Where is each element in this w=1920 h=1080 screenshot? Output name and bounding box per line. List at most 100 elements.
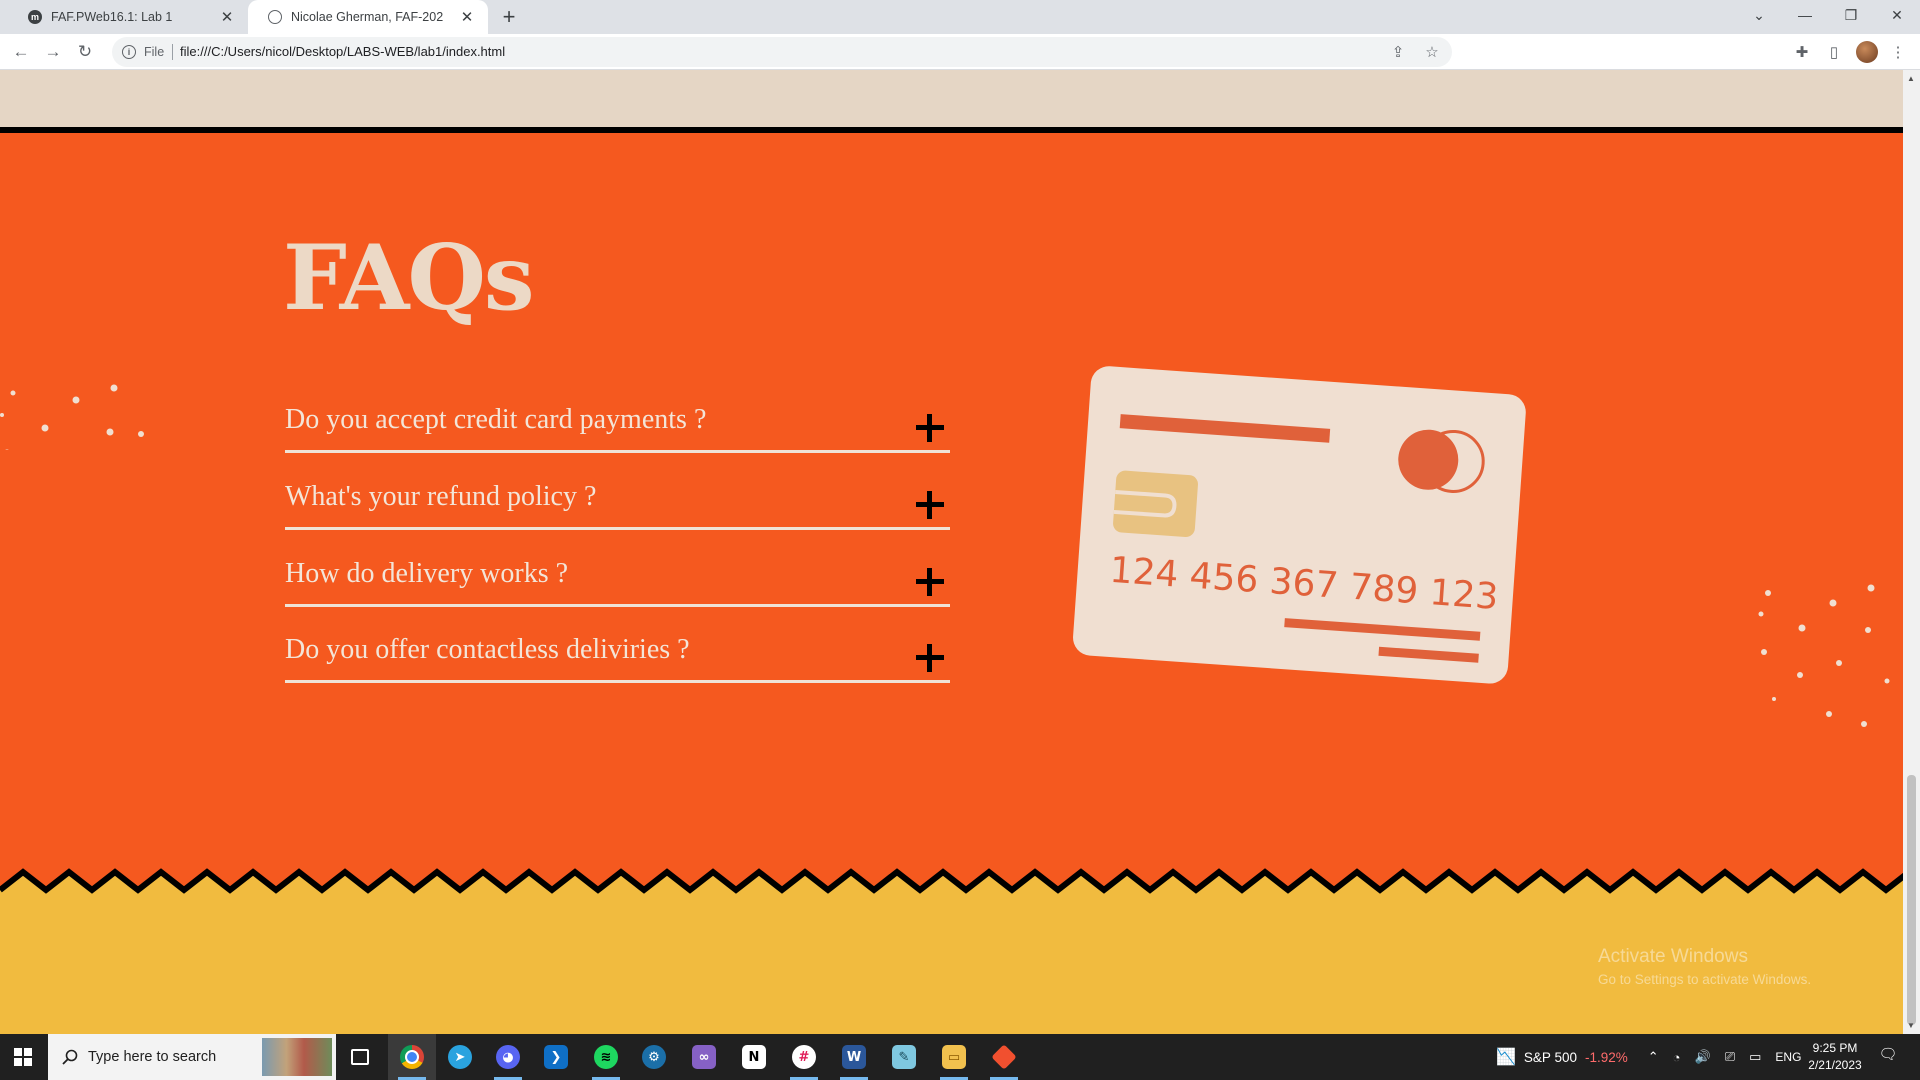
task-view-icon (351, 1049, 369, 1065)
scroll-up-arrow-icon[interactable]: ▲ (1907, 74, 1915, 83)
clock-time: 9:25 PM (1812, 1041, 1858, 1055)
profile-avatar[interactable] (1856, 41, 1878, 63)
taskbar-app-spotify[interactable]: ≋ (582, 1034, 630, 1080)
slack-icon: # (792, 1045, 816, 1069)
forward-arrow-icon[interactable]: → (41, 40, 65, 64)
credit-card-illustration: 124 456 367 789 123 (1073, 366, 1526, 684)
volume-icon[interactable]: 🔊 (1695, 1049, 1711, 1065)
steam-icon: ⚙ (642, 1045, 666, 1069)
tab-faf-lab[interactable]: m FAF.PWeb16.1: Lab 1 ✕ (8, 0, 248, 34)
taskbar-app-word[interactable]: W (830, 1034, 878, 1080)
notifications-icon[interactable]: 🗨 (1876, 1045, 1900, 1069)
decorative-dots-left (0, 384, 144, 450)
close-tab-icon[interactable]: ✕ (458, 8, 476, 26)
clock-date: 2/21/2023 (1808, 1058, 1862, 1072)
search-placeholder: Type here to search (88, 1049, 217, 1065)
network-icon[interactable]: ◔ (1673, 1050, 1681, 1065)
share-icon[interactable]: ⇪ (1386, 40, 1410, 64)
plus-icon[interactable] (916, 491, 944, 519)
reload-icon[interactable]: ↻ (73, 40, 97, 64)
page-viewport: FAQs Do you accept credit card payments … (0, 70, 1903, 1034)
system-tray: 📉 S&P 500 -1.92% ⌃ ◔ 🔊 ⎚ ▭ ENG (1496, 1034, 1801, 1080)
faq-heading: FAQs (283, 225, 535, 331)
plus-icon[interactable] (916, 414, 944, 442)
close-window-button[interactable]: ✕ (1874, 0, 1920, 30)
battery-icon[interactable]: ▭ (1749, 1049, 1761, 1065)
back-arrow-icon[interactable]: ← (9, 40, 33, 64)
scroll-down-arrow-icon[interactable]: ▼ (1907, 1021, 1915, 1030)
plus-icon[interactable] (916, 568, 944, 596)
card-chip (1113, 470, 1198, 537)
taskbar-app-chrome[interactable] (388, 1034, 436, 1080)
faq-question: Do you offer contactless deliviries ? (285, 634, 690, 665)
windows-taskbar: Type here to search ➤ ◕ ❯ ≋ ⚙ ∞ N # W ✎ … (0, 1034, 1920, 1080)
address-bar[interactable]: i File file:///C:/Users/nicol/Desktop/LA… (112, 37, 1452, 67)
task-view-button[interactable] (336, 1034, 384, 1080)
stock-change: -1.92% (1584, 1049, 1628, 1065)
taskbar-app-notion[interactable]: N (730, 1034, 778, 1080)
menu-kebab-icon[interactable]: ⋮ (1886, 40, 1910, 64)
chrome-icon (400, 1045, 424, 1069)
bookmark-star-icon[interactable]: ☆ (1420, 40, 1444, 64)
taskbar-search-box[interactable]: Type here to search (48, 1034, 336, 1080)
notepad-icon: ✎ (892, 1045, 916, 1069)
taskbar-app-slack[interactable]: # (780, 1034, 828, 1080)
tab-title: Nicolae Gherman, FAF-202 (291, 10, 444, 24)
spotify-icon: ≋ (594, 1045, 618, 1069)
notion-icon: N (742, 1045, 766, 1069)
taskbar-app-discord[interactable]: ◕ (484, 1034, 532, 1080)
taskbar-app-telegram[interactable]: ➤ (436, 1034, 484, 1080)
activate-windows-subtitle: Go to Settings to activate Windows. (1598, 972, 1812, 987)
globe-icon (268, 10, 282, 24)
tab-strip: m FAF.PWeb16.1: Lab 1 ✕ Nicolae Gherman,… (0, 0, 1920, 34)
taskbar-app-notepad[interactable]: ✎ (880, 1034, 928, 1080)
side-panel-icon[interactable]: ▯ (1822, 40, 1846, 64)
divider (172, 44, 174, 60)
visual-studio-icon: ∞ (692, 1045, 716, 1069)
clock[interactable]: 9:25 PM 2/21/2023 (1800, 1040, 1870, 1074)
browser-toolbar: ← → ↻ i File file:///C:/Users/nicol/Desk… (0, 34, 1920, 70)
taskbar-app-file-explorer[interactable]: ▭ (930, 1034, 978, 1080)
search-icon (62, 1049, 78, 1065)
tab-search-chevron-icon[interactable]: ⌄ (1736, 0, 1782, 30)
folder-icon: ▭ (942, 1045, 966, 1069)
faq-item[interactable]: Do you accept credit card payments ? (285, 404, 950, 453)
info-icon: i (122, 45, 136, 59)
word-icon: W (842, 1045, 866, 1069)
discord-icon: ◕ (496, 1045, 520, 1069)
minimize-button[interactable]: — (1782, 0, 1828, 30)
site-info-button[interactable]: i File (122, 37, 174, 67)
new-tab-button[interactable]: + (496, 4, 522, 30)
url-text[interactable]: file:///C:/Users/nicol/Desktop/LABS-WEB/… (180, 37, 505, 67)
meet-now-icon[interactable]: ⎚ (1725, 1049, 1735, 1065)
chevron-up-icon[interactable]: ⌃ (1648, 1049, 1659, 1065)
page-scrollbar[interactable]: ▲ ▼ (1903, 70, 1920, 1034)
extensions-puzzle-icon[interactable]: ✚ (1790, 40, 1814, 64)
section-divider (0, 127, 1903, 133)
faq-question: How do delivery works ? (285, 558, 569, 589)
taskbar-app-steam[interactable]: ⚙ (630, 1034, 678, 1080)
language-indicator[interactable]: ENG (1775, 1050, 1801, 1064)
start-button[interactable] (0, 1034, 46, 1080)
plus-icon[interactable] (916, 644, 944, 672)
restore-button[interactable]: ❐ (1828, 0, 1874, 30)
site-info-label: File (144, 45, 165, 59)
close-tab-icon[interactable]: ✕ (218, 8, 236, 26)
taskbar-app-vscode[interactable]: ❯ (532, 1034, 580, 1080)
decorative-dots-right (1758, 584, 1890, 727)
activate-windows-title: Activate Windows (1598, 946, 1748, 967)
vscode-icon: ❯ (544, 1045, 568, 1069)
stock-name[interactable]: S&P 500 (1524, 1050, 1577, 1065)
taskbar-app-visual-studio[interactable]: ∞ (680, 1034, 728, 1080)
faq-item[interactable]: Do you offer contactless deliviries ? (285, 634, 950, 683)
scrollbar-thumb[interactable] (1907, 775, 1916, 1025)
tab-nicolae-gherman[interactable]: Nicolae Gherman, FAF-202 ✕ (248, 0, 488, 34)
taskbar-app-git[interactable] (980, 1034, 1028, 1080)
telegram-icon: ➤ (448, 1045, 472, 1069)
search-highlight-image (262, 1038, 332, 1076)
faq-item[interactable]: What's your refund policy ? (285, 481, 950, 530)
activate-windows-watermark: Activate Windows Go to Settings to activ… (1598, 946, 1811, 987)
moodle-icon: m (28, 10, 42, 24)
faq-question: Do you accept credit card payments ? (285, 404, 707, 435)
faq-item[interactable]: How do delivery works ? (285, 558, 950, 607)
